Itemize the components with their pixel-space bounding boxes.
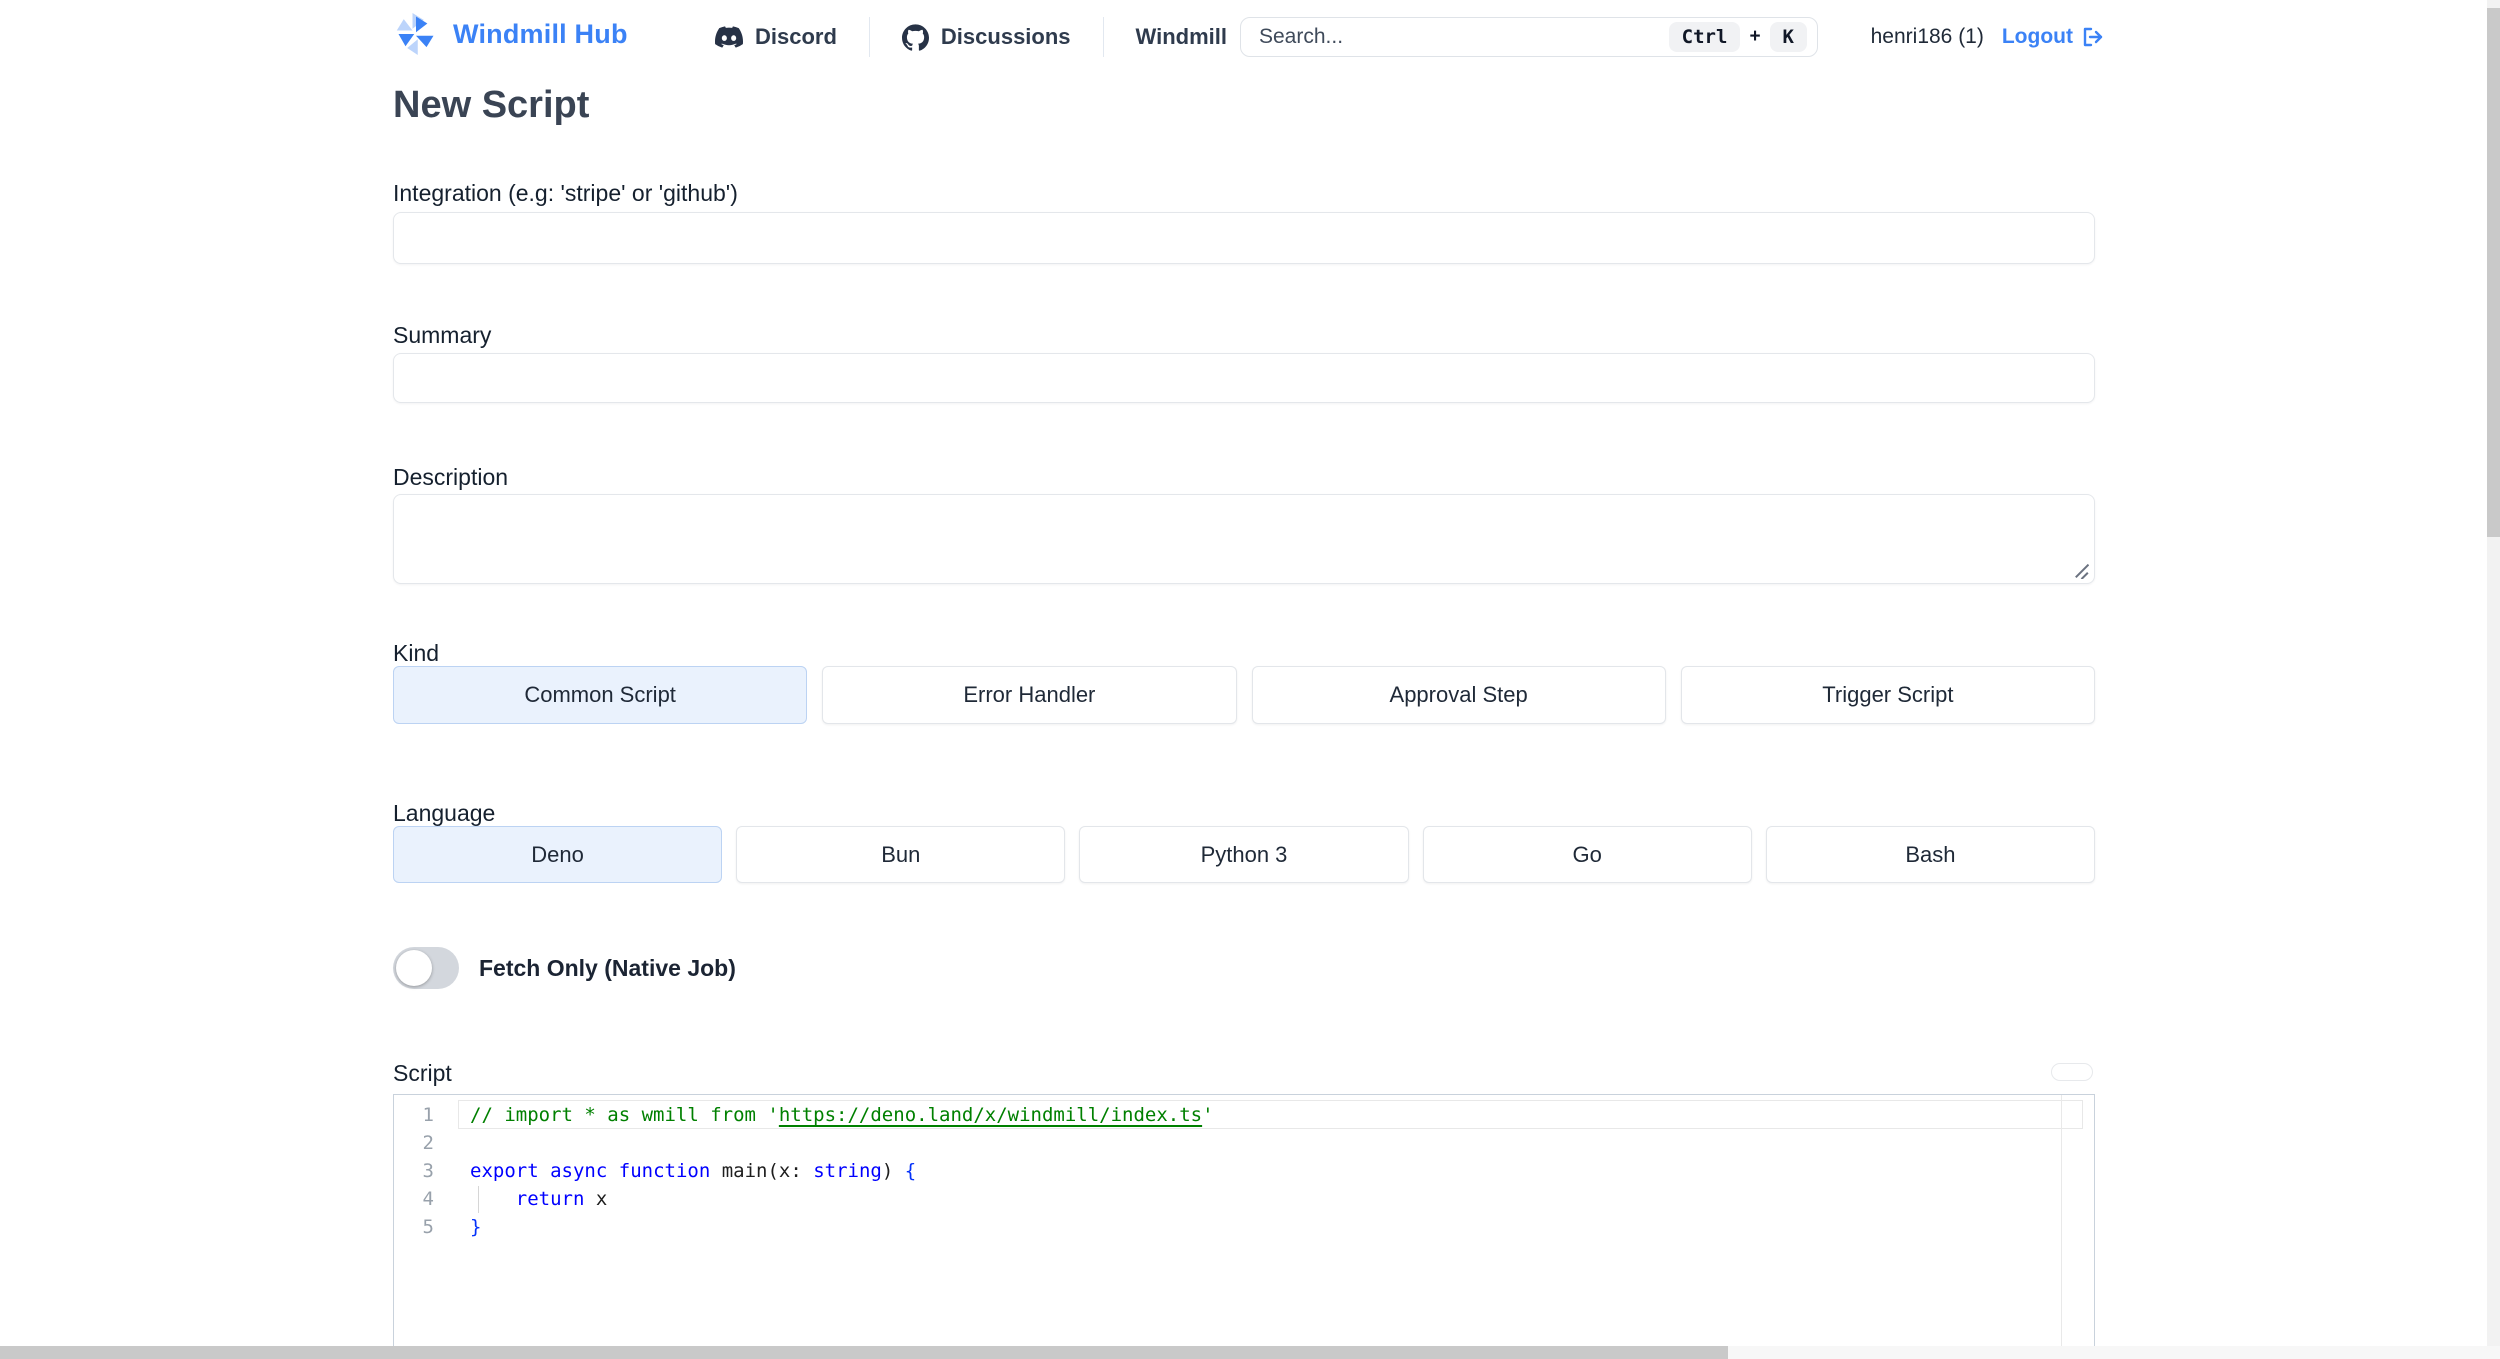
code-line-2: 2	[394, 1129, 2094, 1157]
code-text: // import * as wmill from 'https://deno.…	[470, 1104, 1214, 1126]
line-number: 2	[422, 1132, 434, 1154]
code-line-1: 1 // import * as wmill from 'https://deno…	[394, 1101, 2094, 1129]
editor-scrollbar-divider	[2061, 1095, 2062, 1346]
nav-item-label: Discord	[755, 24, 837, 49]
summary-label: Summary	[393, 322, 492, 348]
user-area: henri186 (1) Logout	[1871, 17, 2105, 57]
brand[interactable]: Windmill Hub	[393, 13, 628, 55]
nav-item-discord[interactable]: Discord	[683, 17, 869, 57]
header-nav: Discord Discussions Windmill	[683, 17, 1259, 57]
nav-item-label: Discussions	[940, 24, 1071, 49]
editor-lines: 1 // import * as wmill from 'https://deno…	[394, 1095, 2094, 1241]
kind-option-trigger-script[interactable]: Trigger Script	[1680, 666, 2095, 724]
fetch-only-toggle[interactable]	[393, 947, 459, 989]
description-textarea[interactable]	[393, 494, 2095, 584]
language-option-deno[interactable]: Deno	[393, 826, 723, 883]
language-option-go[interactable]: Go	[1422, 826, 1752, 883]
line-number: 5	[422, 1216, 434, 1238]
line-number: 1	[422, 1104, 434, 1126]
nav-item-discussions[interactable]: Discussions	[868, 17, 1103, 57]
horizontal-scrollbar-thumb[interactable]	[0, 1346, 1728, 1359]
textarea-resize-handle[interactable]	[2073, 563, 2089, 579]
logout-button[interactable]: Logout	[2002, 25, 2105, 49]
kbd-plus: +	[1749, 26, 1761, 47]
language-label: Language	[393, 800, 496, 826]
discord-icon	[715, 26, 743, 48]
code-line-3: 3 export async function main(x: string) {	[394, 1157, 2094, 1185]
summary-input[interactable]	[393, 353, 2095, 403]
integration-label: Integration (e.g: 'stripe' or 'github')	[393, 180, 738, 206]
page-title: New Script	[393, 84, 590, 126]
kind-option-common-script[interactable]: Common Script	[393, 666, 808, 724]
github-icon	[901, 23, 929, 51]
editor-options-pill[interactable]	[2051, 1063, 2093, 1081]
header: Windmill Hub Discord Discussions Windmill …	[393, 0, 2103, 74]
fetch-only-row: Fetch Only (Native Job)	[393, 947, 736, 989]
code-text: }	[470, 1216, 482, 1238]
username: henri186 (1)	[1870, 25, 1984, 48]
search-input[interactable]	[1259, 25, 1669, 49]
kbd-k: K	[1769, 22, 1807, 52]
kind-options-row: Common Script Error Handler Approval Step T…	[393, 666, 2095, 724]
line-number: 4	[422, 1188, 434, 1210]
line-number: 3	[422, 1160, 434, 1182]
logout-label: Logout	[2001, 25, 2073, 48]
search-box: Ctrl + K	[1240, 17, 1818, 57]
language-options-row: Deno Bun Python 3 Go Bash	[393, 826, 2096, 883]
horizontal-scrollbar-track	[0, 1346, 2500, 1359]
code-line-4: 4 return x	[394, 1185, 2094, 1213]
windmill-logo-icon	[396, 13, 434, 55]
code-line-5: 5}	[394, 1213, 2094, 1241]
brand-name: Windmill Hub	[453, 18, 628, 49]
kbd-ctrl: Ctrl	[1668, 22, 1741, 52]
nav-item-label: Windmill	[1135, 24, 1227, 49]
language-option-python-3[interactable]: Python 3	[1079, 826, 1409, 883]
integration-input[interactable]	[393, 212, 2095, 264]
language-option-bun[interactable]: Bun	[736, 826, 1066, 883]
kind-label: Kind	[393, 640, 440, 666]
logout-icon	[2083, 27, 2103, 47]
vertical-scrollbar-track	[2487, 0, 2500, 1359]
toggle-knob	[396, 950, 432, 986]
description-label: Description	[393, 464, 509, 490]
code-text: export async function main(x: string) {	[470, 1160, 917, 1182]
code-text: return x	[515, 1188, 608, 1210]
content-column: Windmill Hub Discord Discussions Windmill …	[393, 0, 2103, 1346]
vertical-scrollbar-thumb[interactable]	[2487, 8, 2500, 537]
kind-option-approval-step[interactable]: Approval Step	[1251, 666, 1666, 724]
fetch-only-label: Fetch Only (Native Job)	[479, 954, 736, 981]
script-label: Script	[393, 1060, 452, 1086]
code-editor[interactable]: 1 // import * as wmill from 'https://deno…	[393, 1094, 2095, 1346]
kind-option-error-handler[interactable]: Error Handler	[822, 666, 1237, 724]
nav-item-windmill[interactable]: Windmill	[1102, 17, 1259, 57]
language-option-bash[interactable]: Bash	[1765, 826, 2096, 883]
